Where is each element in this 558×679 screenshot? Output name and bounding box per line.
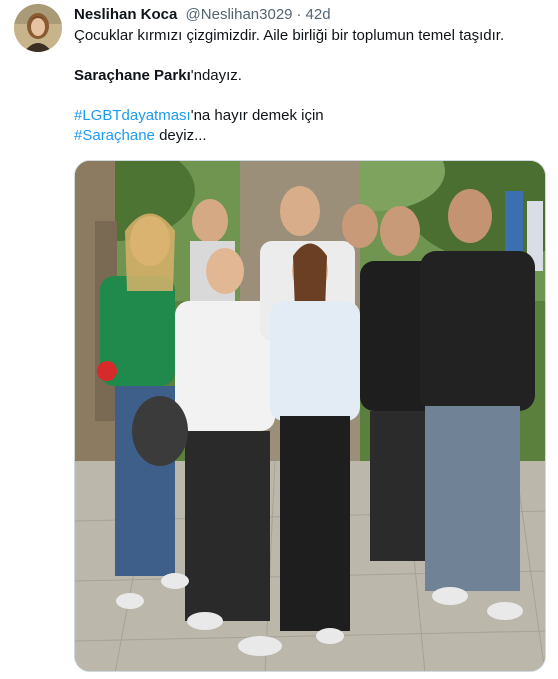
hashtag-link[interactable]: #Saraçhane xyxy=(74,127,155,144)
tweet-text-line: #Saraçhane deyiz... xyxy=(74,126,544,146)
tweet-header: Neslihan Koca @Neslihan3029 · 42d xyxy=(74,5,331,25)
avatar-photo-icon xyxy=(14,4,62,52)
tweet-photo[interactable] xyxy=(74,160,546,672)
tweet-text-line: Saraçhane Parkı'ndayız. xyxy=(74,66,544,86)
tweet-text-line: Çocuklar kırmızı çizgimizdir. Aile birli… xyxy=(74,27,505,44)
tweet: Neslihan Koca @Neslihan3029 · 42d Çocuklar… xyxy=(0,0,558,679)
hashtag-link[interactable]: #LGBTdayatması xyxy=(74,107,191,124)
text-fragment: 'ndayız. xyxy=(190,67,242,84)
author-avatar[interactable] xyxy=(14,4,62,52)
tweet-text: Çocuklar kırmızı çizgimizdir. Aile birli… xyxy=(74,26,544,146)
text-fragment: 'na hayır demek için xyxy=(190,107,324,124)
group-photo-icon xyxy=(75,161,545,671)
tweet-text-line: #LGBTdayatması'na hayır demek için xyxy=(74,106,544,126)
author-display-name[interactable]: Neslihan Koca xyxy=(74,6,177,23)
author-handle[interactable]: @Neslihan3029 xyxy=(186,6,293,23)
tweet-timestamp[interactable]: 42d xyxy=(306,6,331,23)
text-fragment: deyiz... xyxy=(154,127,207,144)
header-separator: · xyxy=(296,6,302,23)
bold-text: Saraçhane Parkı xyxy=(74,67,191,84)
